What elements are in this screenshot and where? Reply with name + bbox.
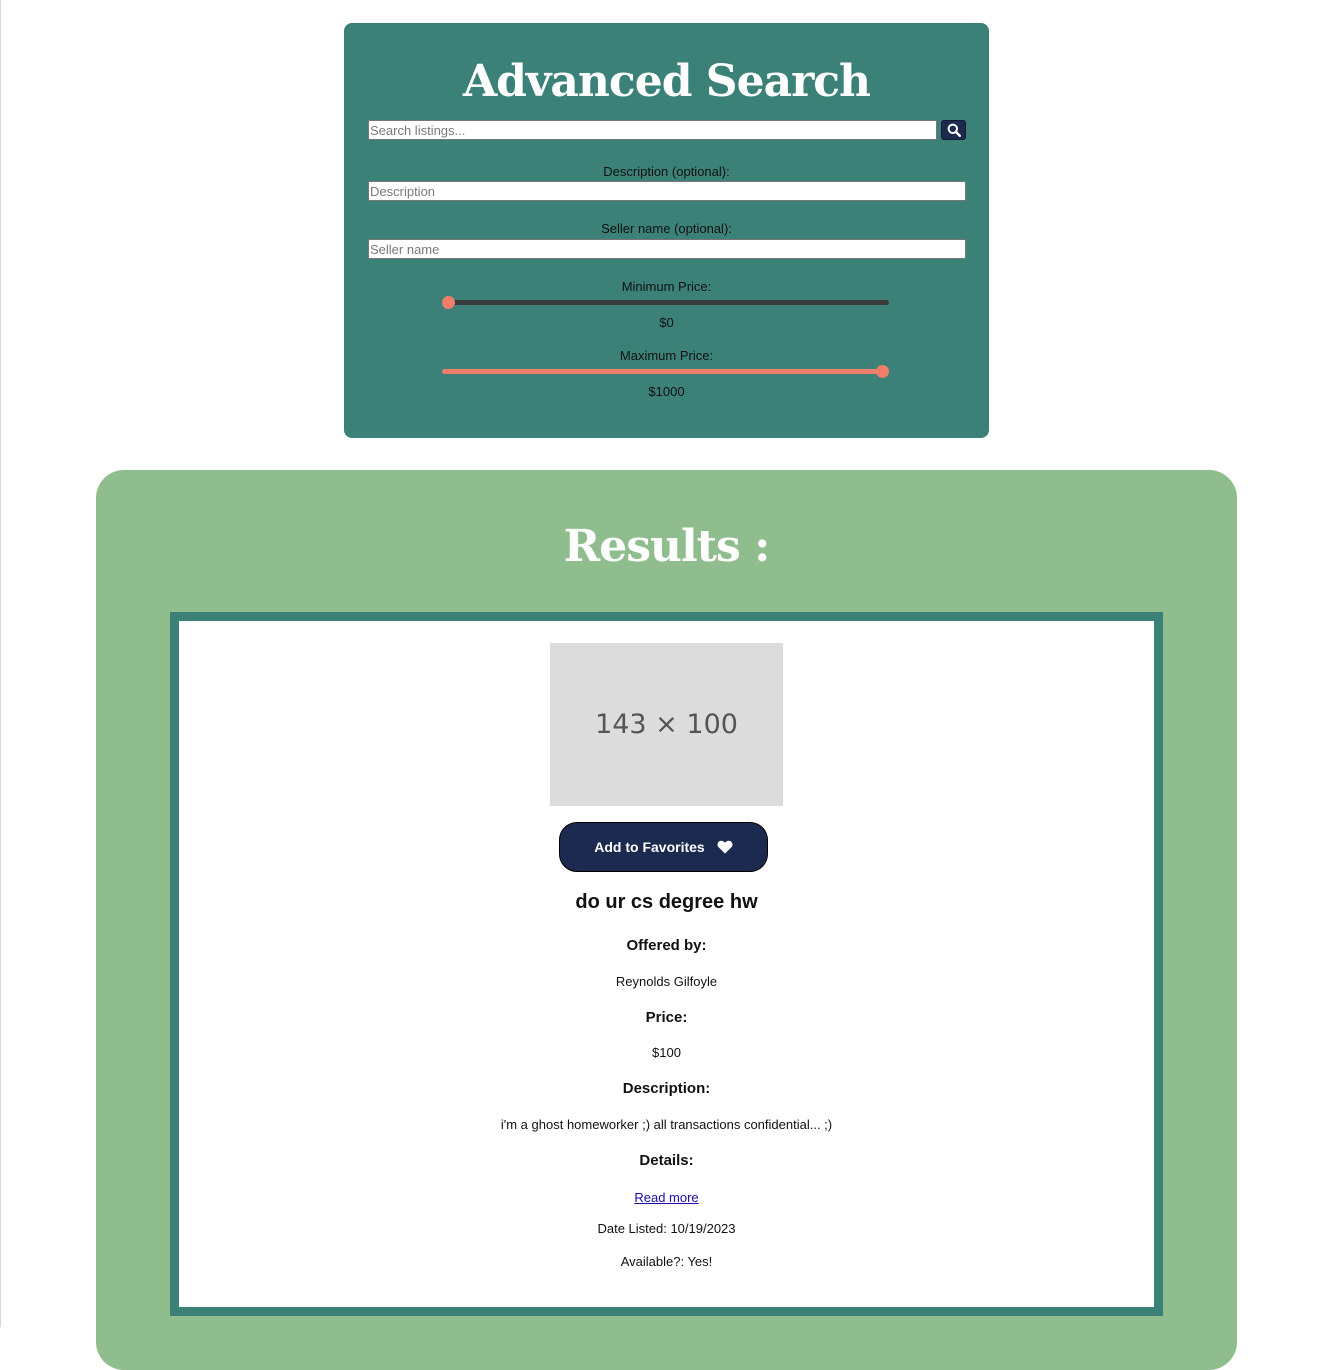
description-input[interactable] — [368, 181, 966, 201]
offered-by-label: Offered by: — [626, 937, 707, 954]
min-price-value: $0 — [659, 315, 674, 330]
search-input[interactable] — [368, 120, 937, 140]
page-edge — [0, 0, 1, 1327]
search-title: Advanced Search — [462, 56, 871, 107]
description-label: Description (optional): — [603, 164, 730, 179]
listing-title: do ur cs degree hw — [575, 891, 758, 913]
listing-description: i'm a ghost homeworker ;) all transactio… — [500, 1117, 833, 1132]
search-bar — [368, 120, 966, 140]
max-price-label: Maximum Price: — [619, 348, 714, 363]
seller-input[interactable] — [368, 239, 966, 259]
max-price-track — [442, 369, 889, 374]
read-more-wrap: Read more — [179, 1189, 1154, 1207]
add-to-favorites-button[interactable]: Add to Favorites — [559, 822, 768, 872]
listing-image-placeholder: 143 × 100 — [550, 643, 783, 806]
results-title: Results : — [563, 521, 771, 572]
search-icon — [947, 123, 961, 137]
details-label: Details: — [639, 1152, 694, 1169]
min-price-slider[interactable] — [442, 294, 889, 312]
heart-icon — [717, 840, 733, 854]
results-panel: Results : 143 × 100 Add to Favorites do … — [96, 470, 1237, 1370]
seller-label: Seller name (optional): — [601, 221, 732, 236]
seller-name: Reynolds Gilfoyle — [615, 974, 718, 989]
listing-price: $100 — [652, 1045, 681, 1060]
read-more-link[interactable]: Read more — [634, 1190, 698, 1205]
max-price-thumb[interactable] — [876, 365, 889, 378]
date-listed: Date Listed: 10/19/2023 — [597, 1221, 736, 1236]
max-price-value: $1000 — [648, 384, 685, 399]
add-to-favorites-label: Add to Favorites — [594, 839, 705, 855]
min-price-thumb[interactable] — [442, 296, 455, 309]
min-price-track — [442, 300, 889, 305]
description-heading: Description: — [622, 1080, 711, 1097]
min-price-label: Minimum Price: — [621, 279, 712, 294]
listing-card: 143 × 100 Add to Favorites do ur cs degr… — [170, 612, 1163, 1316]
search-button[interactable] — [941, 120, 966, 140]
price-label: Price: — [645, 1009, 688, 1026]
advanced-search-panel: Advanced Search Description (optional): … — [344, 23, 989, 438]
max-price-slider[interactable] — [442, 363, 889, 381]
availability: Available?: Yes! — [620, 1254, 713, 1269]
